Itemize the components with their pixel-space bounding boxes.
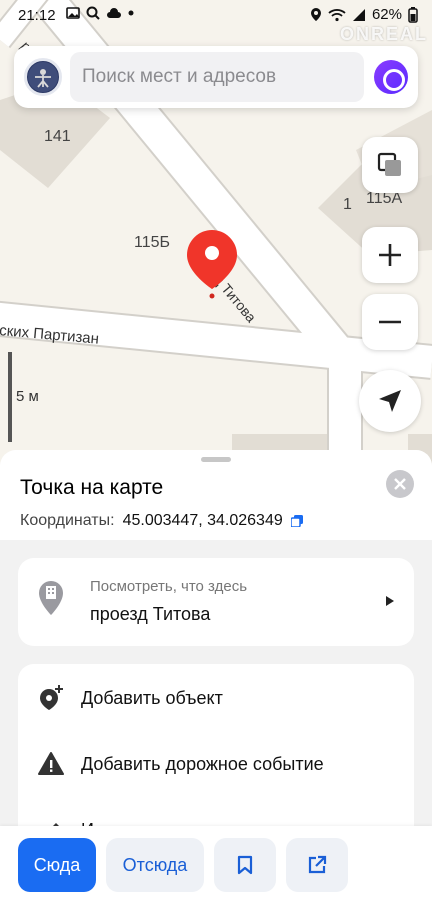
avatar[interactable] <box>24 58 62 96</box>
sheet-header: Точка на карте Координаты: 45.003447, 34… <box>0 450 432 540</box>
alice-voice-assistant-icon[interactable] <box>374 60 408 94</box>
scale-label: 5 м <box>16 388 39 405</box>
watermark: ONREAL <box>340 24 428 44</box>
cloud-icon <box>107 7 121 18</box>
what-is-here-title: проезд Титова <box>90 604 211 624</box>
bookmark-button[interactable] <box>214 838 276 892</box>
coordinates-value[interactable]: 45.003447, 34.026349 <box>123 512 283 530</box>
scale-bar <box>8 352 12 442</box>
copy-icon[interactable] <box>290 515 303 527</box>
route-here-button[interactable]: Сюда <box>18 838 96 892</box>
building-icon <box>39 581 63 615</box>
plus-icon <box>379 244 401 266</box>
navigation-arrow-icon <box>379 390 401 412</box>
wifi-icon <box>328 8 346 21</box>
building-label-141: 141 <box>44 128 71 145</box>
layers-button[interactable] <box>362 137 418 193</box>
search-bar <box>14 46 418 108</box>
sheet-drag-handle[interactable] <box>201 457 231 462</box>
building-label-115b: 115Б <box>134 234 171 251</box>
my-location-button[interactable] <box>359 370 421 432</box>
search-icon <box>86 6 100 20</box>
zoom-in-button[interactable] <box>362 227 418 283</box>
bookmark-icon <box>237 855 253 875</box>
bottom-action-bar: Сюда Отсюда <box>0 826 432 910</box>
location-pin-icon[interactable] <box>185 228 239 302</box>
close-icon <box>394 478 406 490</box>
map-view[interactable]: 141 115Б 115А 1 пр-д Титова ских Партиза… <box>0 0 432 470</box>
coordinates-label: Координаты: <box>20 512 115 529</box>
search-input[interactable] <box>70 52 364 102</box>
building-label-1: 1 <box>343 196 352 213</box>
add-road-event-action[interactable]: Добавить дорожное событие <box>18 732 414 796</box>
what-is-here-card[interactable]: Посмотреть, что здесь проезд Титова <box>18 558 414 646</box>
route-from-button[interactable]: Отсюда <box>106 838 204 892</box>
coordinates-line: Координаты: 45.003447, 34.026349 <box>20 512 412 530</box>
status-system-icons: 62% <box>310 6 418 23</box>
share-icon <box>308 855 327 874</box>
close-button[interactable] <box>386 470 414 498</box>
add-object-label: Добавить объект <box>81 687 223 708</box>
add-place-icon <box>40 685 63 710</box>
zoom-out-button[interactable] <box>362 294 418 350</box>
chevron-right-icon <box>386 596 394 606</box>
status-notification-icons <box>66 6 134 20</box>
layers-icon <box>377 152 401 176</box>
add-object-action[interactable]: Добавить объект <box>18 666 414 730</box>
warning-icon <box>38 752 64 775</box>
share-button[interactable] <box>286 838 348 892</box>
what-is-here-subtitle: Посмотреть, что здесь <box>90 578 248 595</box>
gallery-icon <box>66 7 80 19</box>
dot-icon <box>128 10 134 16</box>
battery-icon <box>408 6 418 23</box>
status-time: 21:12 <box>18 7 56 24</box>
status-bar: 21:12 62% ONREAL <box>0 0 432 44</box>
signal-icon <box>352 8 365 21</box>
battery-percent: 62% <box>371 6 402 23</box>
sheet-title: Точка на карте <box>20 476 164 499</box>
location-icon <box>310 8 321 21</box>
add-road-event-label: Добавить дорожное событие <box>81 753 324 774</box>
avatar-image <box>28 62 58 92</box>
minus-icon <box>379 320 401 324</box>
